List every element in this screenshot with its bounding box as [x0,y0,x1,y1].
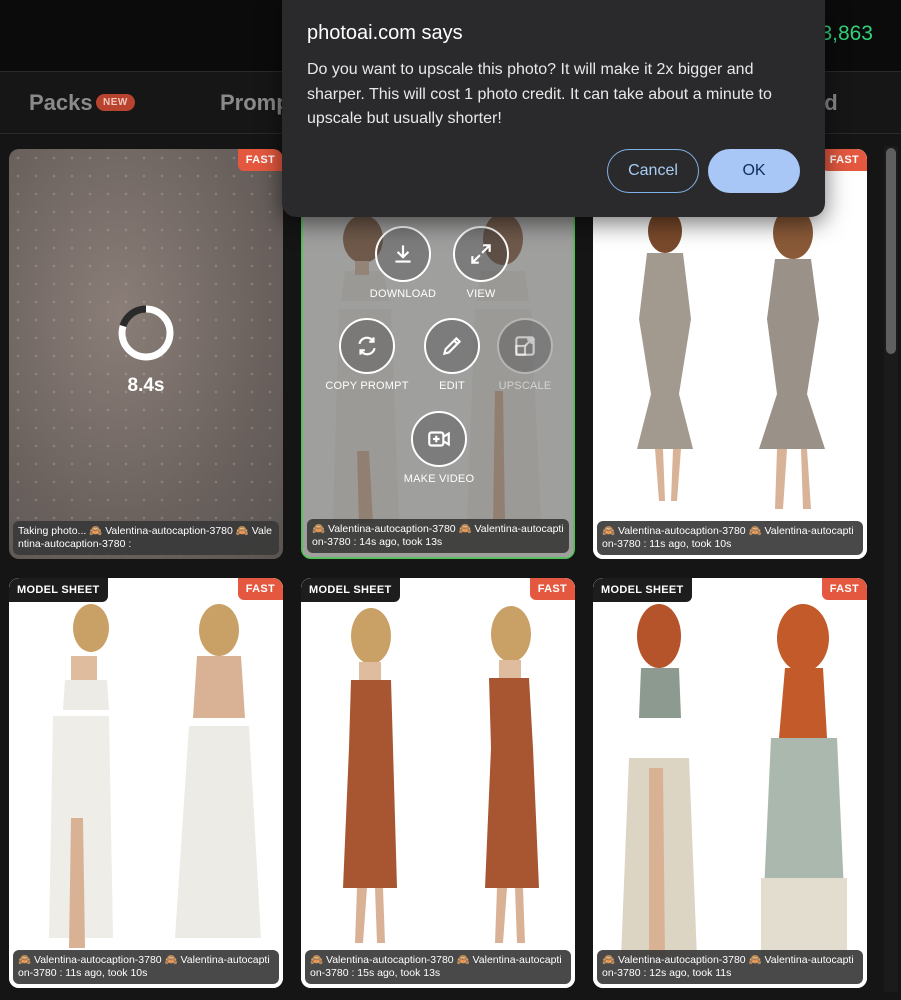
photo-card-loading[interactable]: 8.4s FAST Taking photo... 🙈 Valentina-au… [9,149,283,559]
view-button[interactable] [453,226,509,282]
tab-packs[interactable]: Packs [29,90,93,116]
view-action[interactable]: VIEW [426,226,536,300]
scrollbar[interactable] [884,146,898,992]
fast-tag: FAST [821,149,867,171]
model-sheet-tag: MODEL SHEET [301,578,400,602]
photo-card[interactable]: MODEL SHEET FAST 🙈 Valentina-autocaption… [9,578,283,988]
pencil-icon [442,336,462,356]
photo-caption: 🙈 Valentina-autocaption-3780 🙈 Valentina… [597,950,863,984]
dialog-title: photoai.com says [307,22,463,44]
make-video-button[interactable] [411,411,467,467]
credits-counter: 3,863 [820,22,873,45]
scrollbar-thumb[interactable] [886,148,896,354]
photo-image [9,578,283,988]
upscale-action[interactable]: UPSCALE [470,318,573,392]
photo-image [593,578,867,988]
fast-tag: FAST [237,578,283,600]
make-video-action[interactable]: MAKE VIDEO [384,411,494,485]
upscale-icon [515,336,535,356]
fast-tag: FAST [237,149,283,171]
view-label: VIEW [466,288,496,300]
fast-tag: FAST [821,578,867,600]
photo-caption: 🙈 Valentina-autocaption-3780 🙈 Valentina… [305,950,571,984]
download-button[interactable] [375,226,431,282]
photo-card[interactable]: MODEL SHEET FAST 🙈 Valentina-autocaption… [301,578,575,988]
refresh-icon [358,336,376,356]
ok-button[interactable]: OK [708,149,800,193]
photo-caption: 🙈 Valentina-autocaption-3780 🙈 Valentina… [13,950,279,984]
upscale-label: UPSCALE [498,380,552,392]
loading-spinner [118,305,174,361]
photo-image [301,578,575,988]
download-icon [395,245,411,263]
make-video-label: MAKE VIDEO [403,473,475,485]
dialog-message: Do you want to upscale this photo? It wi… [307,61,772,127]
confirm-dialog: photoai.com says Do you want to upscale … [282,0,825,217]
model-sheet-tag: MODEL SHEET [593,578,692,602]
photo-caption: 🙈 Valentina-autocaption-3780 🙈 Valentina… [307,519,569,553]
photo-card[interactable]: MODEL SHEET FAST 🙈 Valentina-autocaption… [593,578,867,988]
photo-caption: 🙈 Valentina-autocaption-3780 🙈 Valentina… [597,521,863,555]
copy-prompt-button[interactable] [339,318,395,374]
model-sheet-tag: MODEL SHEET [9,578,108,602]
expand-icon [471,244,491,264]
tab-prompts[interactable]: Promp [220,90,290,116]
fast-tag: FAST [529,578,575,600]
cancel-button[interactable]: Cancel [607,149,699,193]
upscale-button[interactable] [497,318,553,374]
video-plus-icon [428,431,450,447]
loading-timer: 8.4s [127,375,165,396]
new-badge: NEW [96,94,135,111]
photo-caption: Taking photo... 🙈 Valentina-autocaption-… [13,521,279,555]
